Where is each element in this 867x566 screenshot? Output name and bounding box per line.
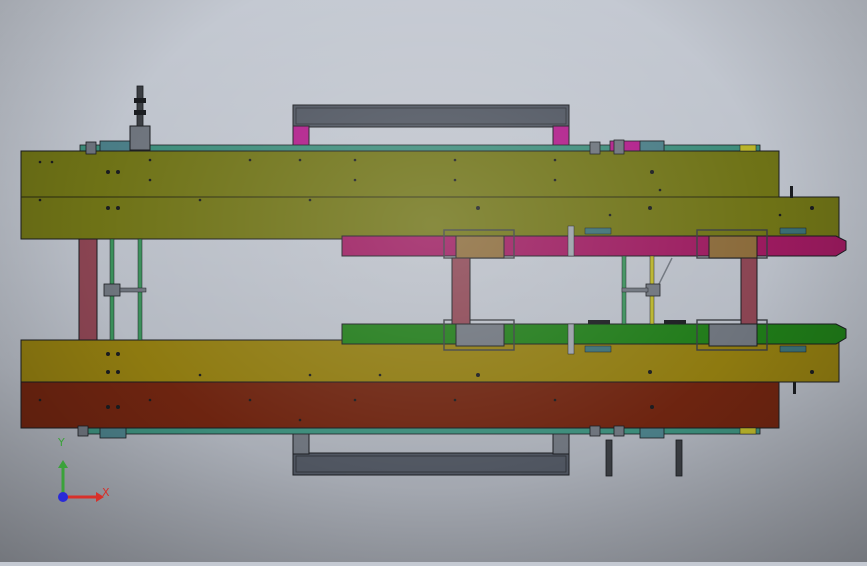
y-axis-label: Y: [58, 436, 65, 449]
x-axis-label: X: [102, 486, 110, 499]
cad-viewport[interactable]: X Y: [0, 0, 867, 562]
middle-posts: [451, 255, 758, 325]
top-guide-strip: [79, 140, 761, 152]
assembly-drawing: [20, 85, 847, 477]
lower-frame: [20, 339, 840, 429]
reference-triad: X Y: [40, 436, 120, 520]
left-rods: [103, 238, 147, 341]
top-sensor-left: [129, 85, 151, 151]
upper-frame: [20, 150, 840, 240]
lower-crossbar: [292, 427, 570, 476]
left-post: [78, 238, 98, 341]
triad-axes: [58, 460, 104, 502]
bottom-guide-strip: [79, 427, 761, 439]
